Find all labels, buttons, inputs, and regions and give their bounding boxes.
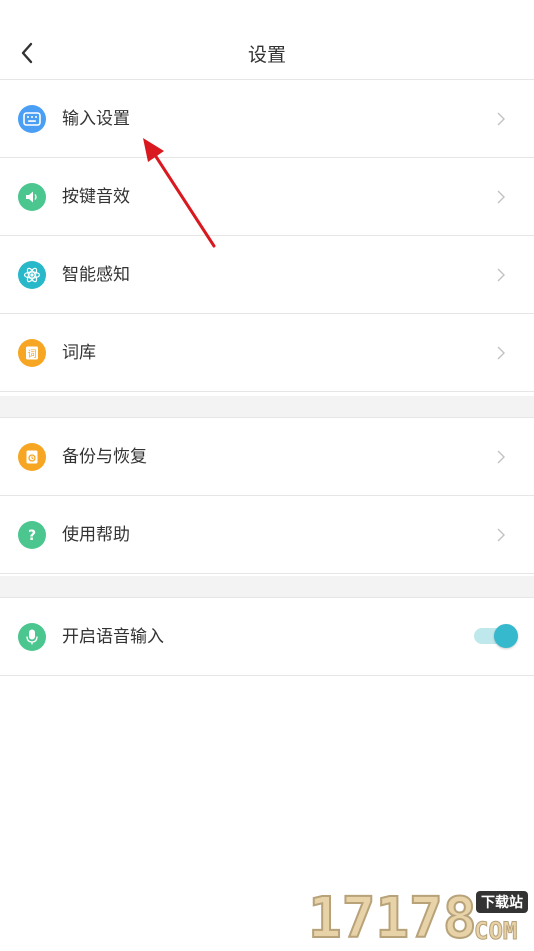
microphone-icon [18,623,46,651]
chevron-right-icon [497,190,505,204]
row-smart-sense[interactable]: 智能感知 [0,236,534,314]
row-label: 备份与恢复 [62,447,147,467]
watermark-tag: 下载站 [476,891,528,913]
chevron-right-icon [497,112,505,126]
watermark-number: 17178 [307,886,478,951]
row-input-settings[interactable]: 输入设置 [0,80,534,158]
svg-text:词: 词 [27,349,36,360]
section-divider [0,576,534,598]
help-icon: ? [18,521,46,549]
backup-icon [18,443,46,471]
settings-group-support: 备份与恢复 ? 使用帮助 [0,418,534,574]
atom-icon [18,261,46,289]
watermark-suffix: COM [473,917,518,946]
row-label: 输入设置 [62,109,130,129]
section-divider [0,396,534,418]
dictionary-icon: 词 [18,339,46,367]
page-title: 设置 [247,44,286,66]
chevron-right-icon [497,346,505,360]
settings-group-general: 输入设置 按键音效 智能感知 词 词库 [0,80,534,392]
row-label: 智能感知 [62,265,130,285]
row-label: 开启语音输入 [62,627,164,647]
chevron-right-icon [497,528,505,542]
row-help[interactable]: ? 使用帮助 [0,496,534,574]
row-voice-input[interactable]: 开启语音输入 [0,598,534,676]
row-dictionary[interactable]: 词 词库 [0,314,534,392]
site-watermark: 17178 下载站 COM [307,885,534,951]
row-key-sound[interactable]: 按键音效 [0,158,534,236]
chevron-right-icon [497,268,505,282]
toggle-knob [494,624,518,648]
app-header: 设置 [0,0,534,80]
row-label: 使用帮助 [62,525,130,545]
chevron-right-icon [497,450,505,464]
speaker-icon [18,183,46,211]
row-backup-restore[interactable]: 备份与恢复 [0,418,534,496]
row-label: 按键音效 [62,187,130,207]
voice-input-toggle[interactable] [470,622,518,650]
svg-text:?: ? [28,528,36,543]
settings-group-voice: 开启语音输入 [0,598,534,676]
keyboard-icon [18,105,46,133]
row-label: 词库 [62,343,96,363]
